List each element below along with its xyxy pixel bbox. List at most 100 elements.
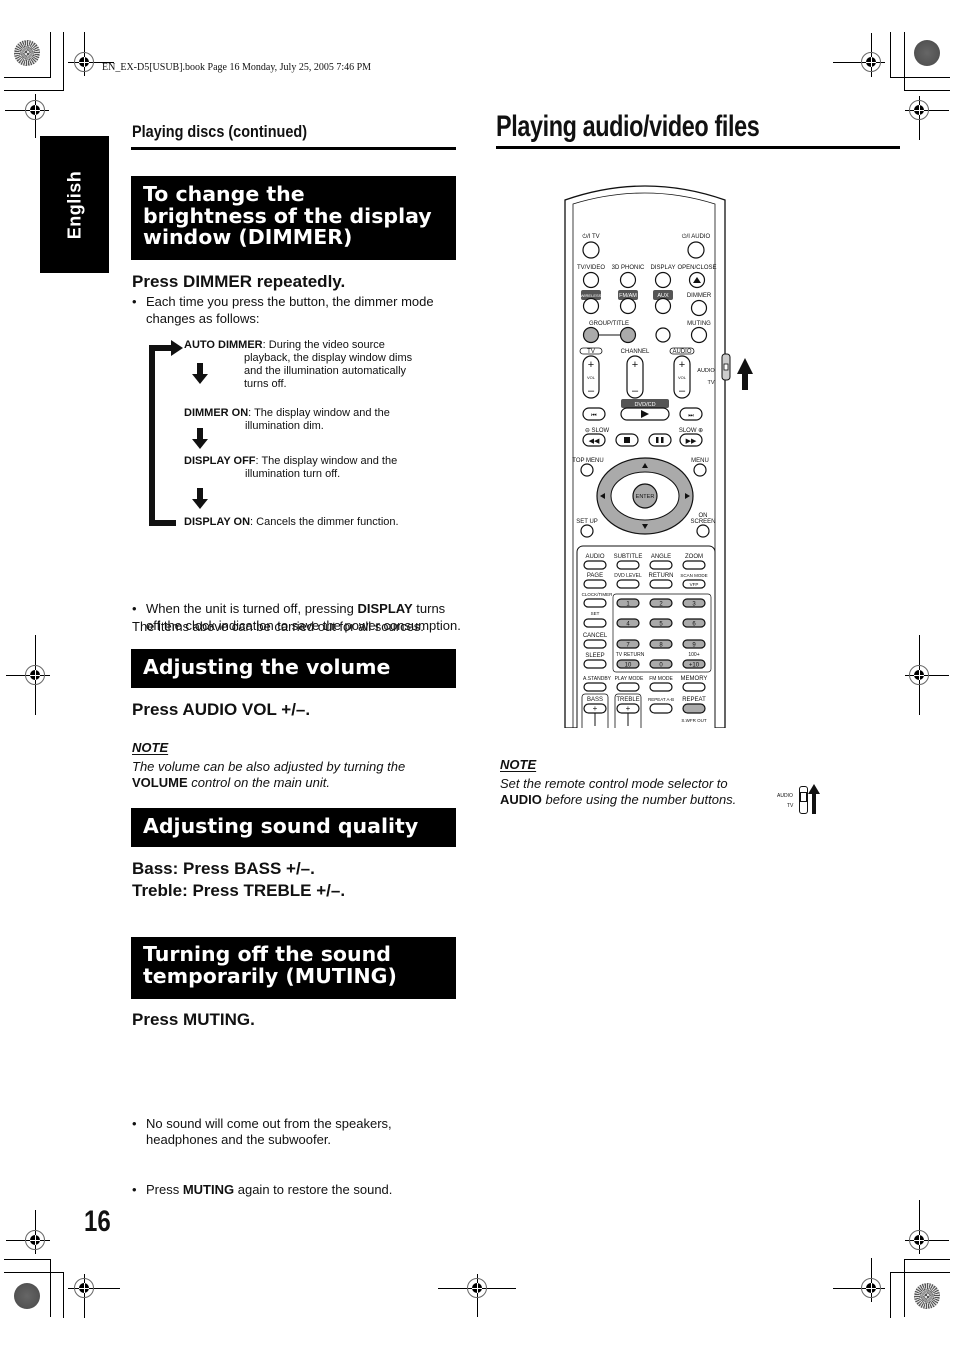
swfr-out-label: S.WFR OUT <box>681 718 706 723</box>
bullet-bold: DISPLAY <box>357 601 413 616</box>
page-number: 16 <box>84 1205 111 1238</box>
dimmer-mode-display-on: DISPLAY ON: Cancels the dimmer function. <box>184 516 444 529</box>
svg-text:⏮: ⏮ <box>591 413 597 419</box>
language-tab: English <box>40 136 109 273</box>
bullet-bold: MUTING <box>182 1181 235 1197</box>
group-next-button[interactable] <box>619 326 637 344</box>
3d-phonic-button[interactable] <box>619 271 637 289</box>
tv-vol-label: TV <box>587 349 595 355</box>
note-text: Set the remote control mode selector to <box>500 776 728 791</box>
bullet-text: Press <box>146 1181 183 1197</box>
wireless-label: WIRELESS <box>581 293 602 298</box>
subtitle-button[interactable] <box>616 560 640 570</box>
memory-label: MEMORY <box>681 676 708 682</box>
heading-text: Adjusting the volume <box>143 655 391 679</box>
section-title: Playing discs (continued) <box>132 122 308 141</box>
set-up-label: SET UP <box>576 519 598 525</box>
dimmer-heading: To change the brightness of the display … <box>131 176 456 260</box>
fm-mode-label: FM MODE <box>649 676 673 682</box>
display-label: DISPLAY <box>651 265 676 271</box>
pause-button[interactable] <box>648 433 672 447</box>
wireless-button[interactable] <box>582 297 600 315</box>
all-sources-note: The items above can be carried out for a… <box>132 619 424 634</box>
memory-button[interactable] <box>682 682 706 692</box>
page-heading: Playing audio/video files <box>496 110 760 143</box>
clock-timer-label: CLOCK/TIMER <box>582 592 614 597</box>
display-button[interactable] <box>654 271 672 289</box>
remote-svg: .lbl { font-size: 6px; fill: #111; text-… <box>564 185 753 737</box>
return-arrow-button[interactable] <box>655 327 671 343</box>
3d-phonic-label: 3D PHONIC <box>612 265 645 271</box>
crop-mark <box>904 1259 905 1317</box>
angle-label: ANGLE <box>651 554 671 560</box>
menu-button[interactable] <box>693 463 707 477</box>
angle-button[interactable] <box>649 560 673 570</box>
dimmer-bullet: Each time you press the button, the dimm… <box>132 294 446 327</box>
bass-instruction: Bass: Press BASS +/–. <box>132 859 315 878</box>
heading-line: window (DIMMER) <box>143 225 353 250</box>
repeat-ab-button[interactable] <box>649 703 673 714</box>
vol-label: VOL <box>587 375 596 380</box>
vol-label: VOL <box>678 375 687 380</box>
fm-am-button[interactable] <box>619 297 637 315</box>
dimmer-button[interactable] <box>690 299 708 317</box>
a-standby-button[interactable] <box>583 682 607 692</box>
up-arrow-icon <box>808 784 820 814</box>
set-up-button[interactable] <box>580 524 594 538</box>
aux-button[interactable] <box>654 297 672 315</box>
stop-icon <box>624 437 630 443</box>
bullet-text: When the unit is turned off, pressing <box>146 601 358 616</box>
note-text: The volume can be also adjusted by turni… <box>132 759 406 774</box>
page-label: PAGE <box>587 573 603 579</box>
crop-mark <box>50 32 51 78</box>
note-bold: AUDIO <box>500 792 542 807</box>
dvd-level-button[interactable] <box>616 579 640 589</box>
bass-label: BASS <box>587 697 603 703</box>
crop-mark <box>4 1259 51 1260</box>
volume-heading: Adjusting the volume <box>131 649 456 688</box>
sleep-button[interactable] <box>583 659 607 669</box>
up-arrow-icon <box>737 358 753 390</box>
tv-return-label: TV RETURN <box>616 652 645 658</box>
remote-control-illustration: .lbl { font-size: 6px; fill: #111; text-… <box>563 178 753 737</box>
muting-button[interactable] <box>690 326 708 344</box>
play-mode-button[interactable] <box>616 682 640 692</box>
page-button[interactable] <box>583 579 607 589</box>
enter-label: ENTER <box>636 494 655 500</box>
volume-note-title: NOTE <box>132 740 169 755</box>
volume-note-body: The volume can be also adjusted by turni… <box>132 759 432 791</box>
sleep-label: SLEEP <box>585 653 604 659</box>
group-prev-button[interactable] <box>582 326 600 344</box>
heading-text: Adjusting sound quality <box>143 814 419 838</box>
files-note-title: NOTE <box>500 757 537 772</box>
mode-desc: : The display window and the <box>248 407 390 419</box>
audio-button[interactable] <box>583 560 607 570</box>
svg-text:+: + <box>679 359 685 371</box>
set-button[interactable] <box>583 618 607 628</box>
cancel-label: CANCEL <box>583 633 608 639</box>
mode-desc: turns off. <box>244 378 287 390</box>
tv-power-button[interactable] <box>582 241 600 259</box>
color-target-top-left <box>14 40 40 66</box>
slow-minus-label: ⊖ SLOW <box>585 428 610 434</box>
fm-mode-button[interactable] <box>649 682 673 692</box>
mode-name: DIMMER ON <box>184 407 249 419</box>
clock-timer-button[interactable] <box>583 598 607 608</box>
repeat-button[interactable] <box>682 703 706 714</box>
svg-text:+: + <box>593 704 598 713</box>
return-button[interactable] <box>649 579 673 589</box>
play-mode-label: PLAY MODE <box>615 676 644 682</box>
crop-mark <box>50 1259 51 1317</box>
cancel-button[interactable] <box>583 639 607 649</box>
repeat-ab-label: REPEAT A-B <box>648 697 674 702</box>
top-menu-button[interactable] <box>580 463 594 477</box>
on-screen-button[interactable] <box>696 524 710 538</box>
crop-mark <box>4 90 64 91</box>
on-screen-label: SCREEN <box>690 519 715 525</box>
crop-mark <box>63 1272 64 1318</box>
audio-power-button[interactable] <box>687 241 705 259</box>
zoom-button[interactable] <box>682 560 706 570</box>
mode-desc: : During the video source <box>262 339 385 351</box>
tv-power-label: ⏻/I TV <box>582 233 599 240</box>
tv-video-button[interactable] <box>582 271 600 289</box>
